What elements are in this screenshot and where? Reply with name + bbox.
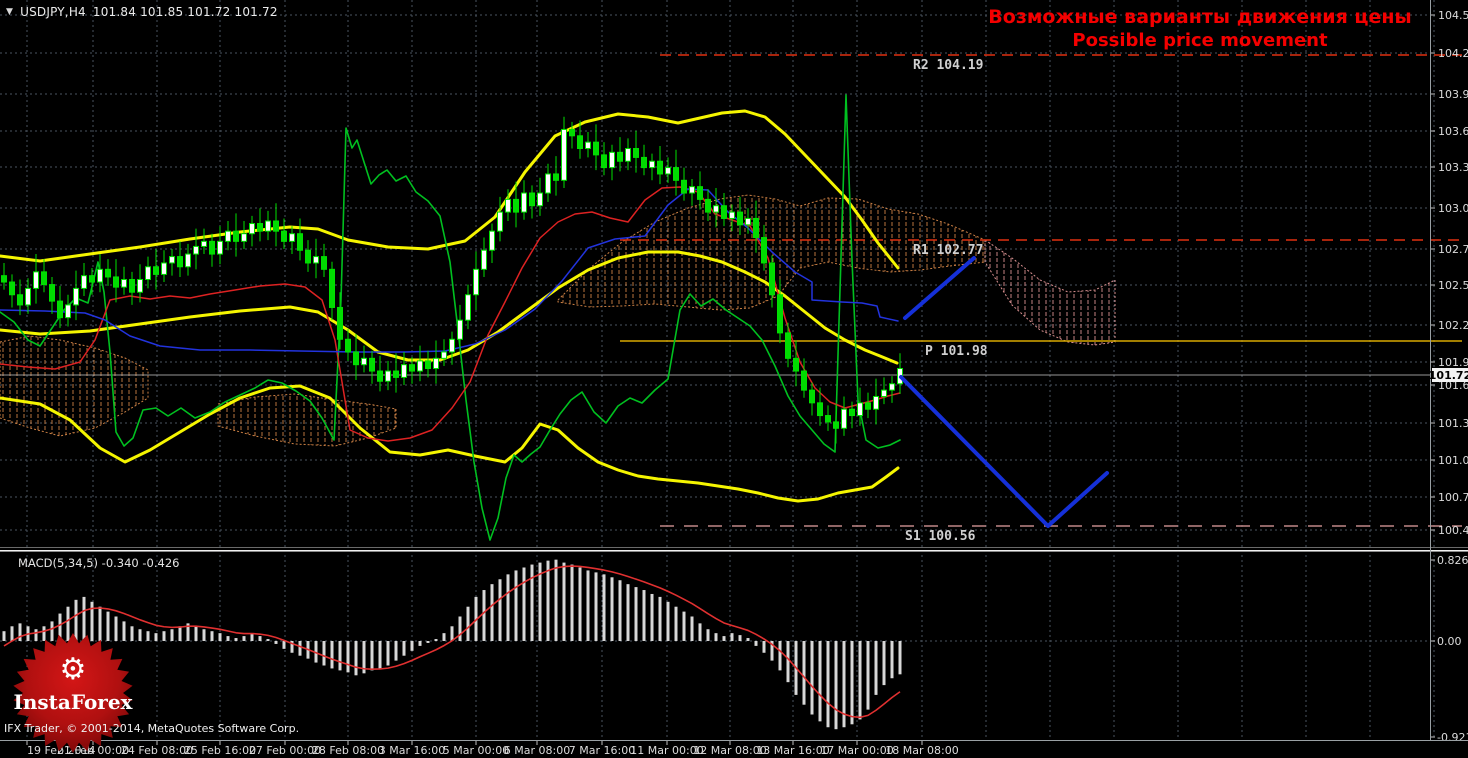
annotation-line-ru: Возможные варианты движения цены	[988, 6, 1412, 28]
macd-indicator-label: MACD(5,34,5) -0.340 -0.426	[18, 556, 180, 570]
current-price-tag: 101.72	[1428, 368, 1468, 382]
time-axis[interactable]	[0, 741, 1468, 757]
brand-label: InstaForex	[13, 690, 133, 714]
projection-down-to-s1-then-up	[899, 375, 1109, 528]
panel-separator[interactable]	[0, 547, 1468, 553]
chart-titlebar: ▼ USDJPY,H4 101.84 101.85 101.72 101.72	[6, 5, 278, 19]
mt4-chart-window: 104.50104.20103.90103.65103.35103.05102.…	[0, 0, 1468, 757]
pivot-label-p: P 101.98	[925, 344, 988, 359]
pivot-label-r1: R1 102.77	[913, 243, 984, 258]
analyst-annotation: Возможные варианты движения цены Possibl…	[980, 6, 1420, 52]
symbol-period-label: USDJPY,H4	[20, 5, 86, 19]
quote-ohlc-label: 101.84 101.85 101.72 101.72	[92, 5, 278, 19]
instaforex-watermark: ⚙ InstaForex	[8, 628, 138, 758]
macd-signal-line	[3, 565, 901, 719]
copyright-label: IFX Trader, © 2001-2014, MetaQuotes Soft…	[4, 722, 300, 735]
symbol-dropdown-icon[interactable]: ▼	[6, 7, 13, 17]
pivot-label-r2: R2 104.19	[913, 58, 984, 73]
time-axis-separator	[0, 740, 1468, 741]
ichimoku-cloud-left	[0, 335, 149, 437]
momentum-green	[0, 94, 901, 541]
gear-icon: ⚙	[59, 652, 87, 687]
pivot-label-s1: S1 100.56	[905, 529, 976, 544]
chart-canvas[interactable]: 104.50104.20103.90103.65103.35103.05102.…	[0, 0, 1468, 757]
annotation-line-en: Possible price movement	[1072, 30, 1328, 51]
